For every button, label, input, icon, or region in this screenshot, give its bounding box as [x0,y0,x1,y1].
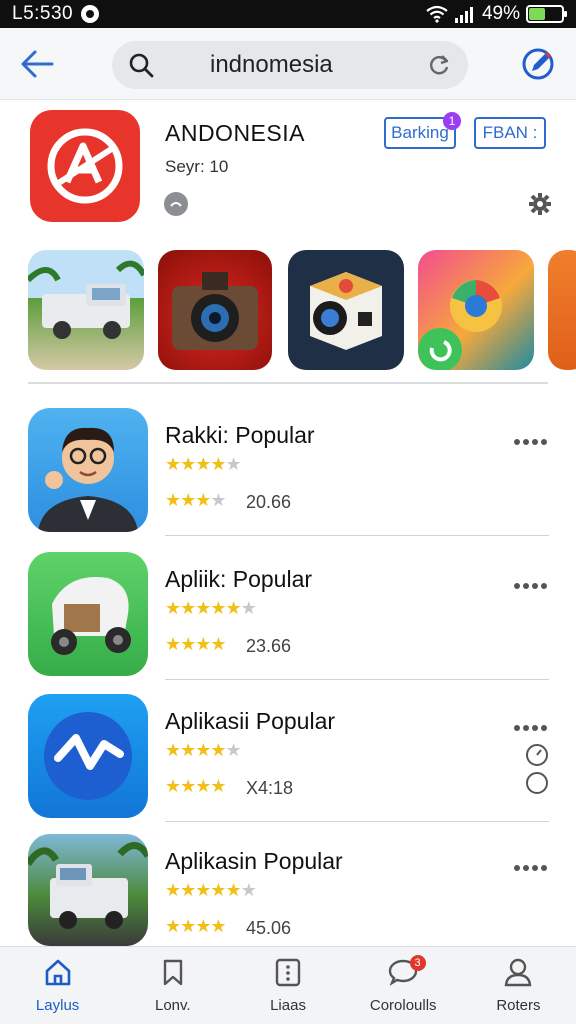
radio-button[interactable] [526,772,548,794]
camera-screenshot[interactable] [158,250,272,370]
nav-label: Roters [496,997,541,1014]
nav-item-home[interactable]: Laylus [0,947,115,1024]
truck-photo-icon [28,834,148,946]
rating-value: 20.66 [246,492,292,512]
search-header: indnomesia [0,28,576,100]
rating-value: 23.66 [246,636,292,656]
rating-stars: ★★★★ [165,916,227,936]
back-arrow-icon[interactable] [18,46,58,82]
nav-label: Laylus [35,997,80,1014]
rating-stars: ★★★★ [165,634,227,654]
status-icons: 49% [426,3,567,25]
rating-stars: ★★★★★★ [165,598,257,618]
bottom-navigation: Laylus Lonv. Liaas 3 Coroloulls Roters [0,946,576,1024]
notification-app-icon [81,5,100,23]
rating-stars: ★★★★ [165,776,227,796]
list-item[interactable]: Rakki: Popular ★★★★★ ★★★★ 20.66 [0,408,576,540]
cube-camera-screenshot[interactable] [288,250,404,370]
gear-icon[interactable] [528,192,552,216]
home-icon [45,959,70,986]
list-item[interactable]: Apliik: Popular ★★★★★★ ★★★★ 23.66 [0,552,576,684]
battery-icon [526,5,567,23]
list-item-title: Rakki: Popular [165,422,315,448]
more-options-icon[interactable] [514,432,550,445]
app-logo-glyph [47,128,123,204]
list-item[interactable]: Aplikasii Popular ★★★★★ ★★★★ X4:18 [0,694,576,826]
nav-item-list[interactable]: Liaas [230,947,345,1024]
search-query[interactable]: indnomesia [210,51,333,79]
app-subtitle: Seyr: 10 [165,157,229,176]
rating-value: X4:18 [246,778,294,798]
app-title: ANDONESIA [165,120,305,146]
app-logo-icon[interactable] [30,110,140,222]
bookmark-icon [163,959,182,986]
row-divider [165,821,549,822]
nav-item-profile[interactable]: Roters [461,947,576,1024]
developer-badge-icon [164,192,188,216]
status-time: L5:530 [12,3,74,24]
rating-stars: ★★★★ [165,490,227,510]
nav-label: Liaas [270,997,306,1014]
more-options-icon[interactable] [514,718,550,731]
rating-stars: ★★★★★★ [165,880,257,900]
nav-label: Coroloulls [369,997,437,1014]
more-options-icon[interactable] [514,858,550,871]
section-divider [28,382,548,384]
list-item-title: Apliik: Popular [165,566,313,592]
person-avatar-icon [28,408,148,532]
battery-percentage: 49% [481,3,520,24]
list-item-title: Aplikasin Popular [165,848,343,874]
covered-cart-icon [28,552,148,676]
truck-screenshot[interactable] [28,250,144,370]
rating-stars: ★★★★★ [165,740,242,760]
list-icon [275,958,301,987]
timer-icon[interactable] [526,744,548,766]
list-item-title: Aplikasii Popular [165,708,336,734]
browser-screenshot[interactable] [418,250,534,370]
partial-screenshot[interactable] [548,250,576,370]
signal-icon [454,7,473,23]
refresh-icon[interactable] [426,52,452,78]
compose-icon[interactable] [520,46,556,82]
pulse-icon [28,694,148,818]
search-input[interactable]: indnomesia [112,41,468,89]
chat-badge: 3 [409,955,426,971]
row-divider [165,679,549,680]
fban-button[interactable]: FBAN : [474,117,546,149]
rating-stars: ★★★★★ [165,454,242,474]
wifi-icon [426,5,448,23]
profile-icon [505,958,532,987]
status-bar: L5:530 49% [0,0,576,28]
notification-badge: 1 [443,112,461,130]
search-icon [129,53,154,78]
rating-value: 45.06 [246,918,292,938]
row-divider [165,535,549,536]
battery-fill [529,8,545,20]
nav-item-bookmark[interactable]: Lonv. [115,947,230,1024]
nav-label: Lonv. [155,997,191,1014]
more-options-icon[interactable] [514,576,550,589]
nav-item-chat[interactable]: 3 Coroloulls [346,947,461,1024]
